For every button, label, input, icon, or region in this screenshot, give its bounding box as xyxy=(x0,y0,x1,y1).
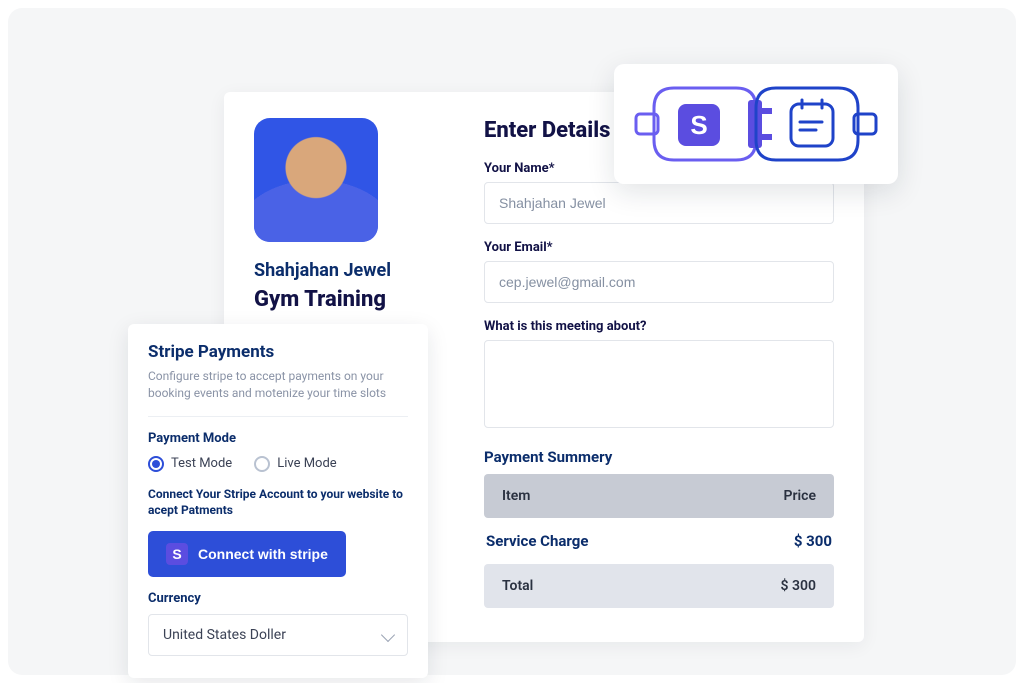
divider xyxy=(148,416,408,417)
payment-mode-radios: Test Mode Live Mode xyxy=(148,456,408,472)
stripe-s-icon: S xyxy=(166,543,188,565)
field-about: What is this meeting about? xyxy=(484,319,834,432)
booking-right-column: Enter Details Your Name* Your Email* Wha… xyxy=(484,118,834,618)
name-input[interactable] xyxy=(484,182,834,224)
field-email: Your Email* xyxy=(484,240,834,303)
currency-label: Currency xyxy=(148,591,408,606)
radio-dot-icon xyxy=(254,456,270,472)
stripe-settings-card: Stripe Payments Configure stripe to acce… xyxy=(128,324,428,678)
stripe-description: Configure stripe to accept payments on y… xyxy=(148,368,408,402)
stripe-title: Stripe Payments xyxy=(148,342,408,362)
radio-test-label: Test Mode xyxy=(171,456,232,471)
integration-icon: S xyxy=(626,78,886,170)
chevron-down-icon xyxy=(381,628,395,642)
connect-note: Connect Your Stripe Account to your webs… xyxy=(148,486,408,520)
payment-mode-label: Payment Mode xyxy=(148,431,408,446)
currency-value: United States Doller xyxy=(163,627,286,643)
connect-stripe-button[interactable]: S Connect with stripe xyxy=(148,531,346,577)
summary-header: Item Price xyxy=(484,474,834,518)
canvas: Shahjahan Jewel Gym Training Enter Detai… xyxy=(8,8,1016,675)
summary-head-item: Item xyxy=(502,488,530,504)
summary-row-service: Service Charge $ 300 xyxy=(484,518,834,564)
radio-live-mode[interactable]: Live Mode xyxy=(254,456,336,472)
currency-select[interactable]: United States Doller xyxy=(148,614,408,656)
person-name: Shahjahan Jewel xyxy=(254,260,454,281)
email-input[interactable] xyxy=(484,261,834,303)
summary-total: Total $ 300 xyxy=(484,564,834,608)
summary-head-price: Price xyxy=(784,488,817,504)
connect-button-label: Connect with stripe xyxy=(198,546,328,562)
summary-total-label: Total xyxy=(502,578,533,594)
avatar xyxy=(254,118,378,242)
radio-test-mode[interactable]: Test Mode xyxy=(148,456,232,472)
summary-row-value: $ 300 xyxy=(794,532,832,550)
summary-total-value: $ 300 xyxy=(781,578,816,594)
svg-text:S: S xyxy=(690,110,707,140)
summary-title: Payment Summery xyxy=(484,448,834,466)
integration-badge: S xyxy=(614,64,898,184)
radio-dot-selected-icon xyxy=(148,456,164,472)
summary-row-label: Service Charge xyxy=(486,532,588,550)
radio-live-label: Live Mode xyxy=(277,456,336,471)
about-label: What is this meeting about? xyxy=(484,319,834,334)
about-textarea[interactable] xyxy=(484,340,834,428)
event-title: Gym Training xyxy=(254,287,454,312)
email-label: Your Email* xyxy=(484,240,834,255)
